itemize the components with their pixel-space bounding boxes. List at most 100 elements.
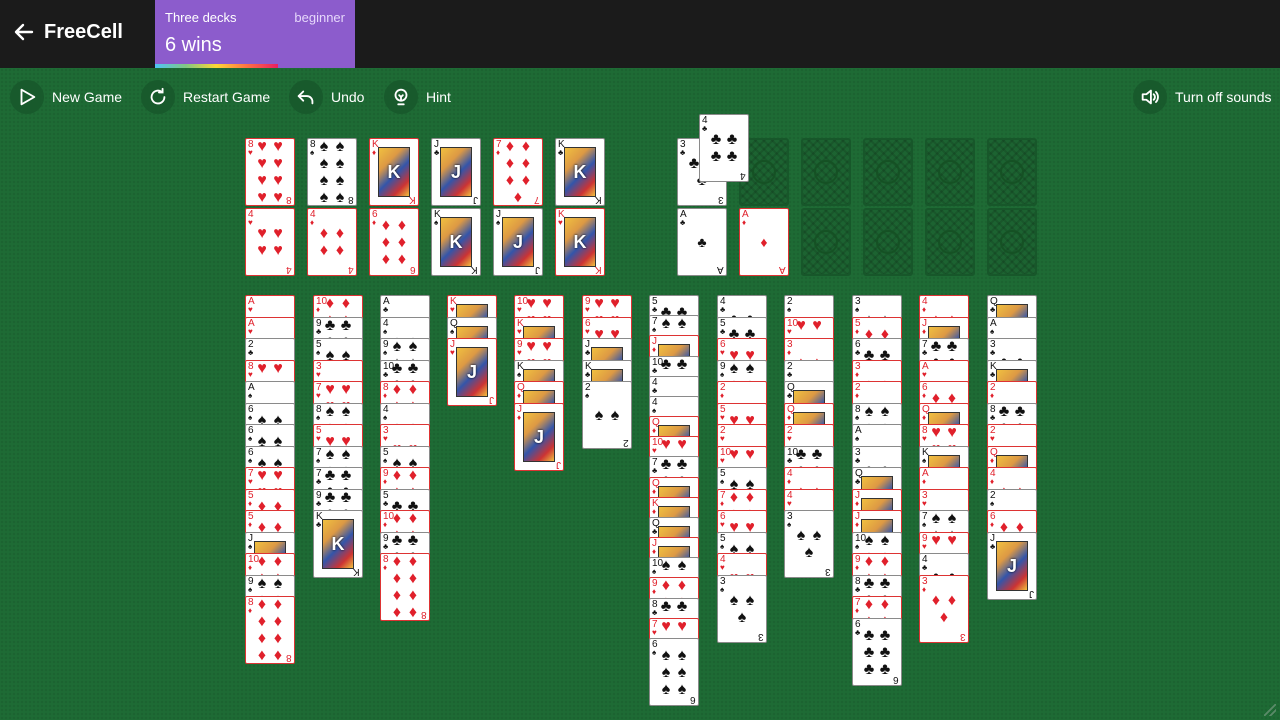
playing-card[interactable]: K♦KK xyxy=(369,138,419,206)
card-suit: ♠ xyxy=(922,520,927,529)
card-suit: ♣ xyxy=(383,542,389,551)
stats-panel: Three decks beginner 6 wins xyxy=(155,0,355,68)
playing-card[interactable]: K♥KK xyxy=(555,208,605,276)
playing-card[interactable]: 4♣♣♣♣♣4 xyxy=(699,114,749,182)
card-suit: ♥ xyxy=(922,499,927,508)
card-suit: ♠ xyxy=(855,542,860,551)
hint-button[interactable]: Hint xyxy=(384,80,451,114)
card-suit: ♣ xyxy=(990,413,996,422)
card-pips: ♦♦♦♦♦♦♦♦ xyxy=(257,596,283,664)
card-rank-bottom: 8 xyxy=(421,609,427,620)
sound-toggle-label: Turn off sounds xyxy=(1175,89,1272,105)
card-rank-bottom: 3 xyxy=(718,194,724,205)
playing-card[interactable]: A♦♦A xyxy=(739,208,789,276)
card-rank-bottom: 8 xyxy=(286,194,292,205)
playing-card[interactable]: 8♦♦♦♦♦♦♦♦♦8 xyxy=(245,596,295,664)
card-suit: ♣ xyxy=(680,148,686,157)
playing-card[interactable]: 8♦♦♦♦♦♦♦♦♦8 xyxy=(380,553,430,621)
playing-card[interactable]: J ♥ J J xyxy=(447,338,497,406)
play-icon xyxy=(10,80,44,114)
slot-ornament-icon xyxy=(814,160,838,184)
card-rank-bottom: 4 xyxy=(286,264,292,275)
card-suit: ♦ xyxy=(855,606,860,615)
card-suit: ♦ xyxy=(517,391,522,400)
playing-card[interactable]: 6♠♠♠♠♠♠♠6 xyxy=(649,638,699,706)
playing-card[interactable]: 6♦♦♦♦♦♦♦6 xyxy=(369,208,419,276)
playing-card[interactable]: 4♦♦♦♦♦4 xyxy=(307,208,357,276)
card-suit: ♠ xyxy=(450,327,455,336)
sound-toggle-button[interactable]: Turn off sounds xyxy=(1133,80,1272,114)
card-suit: ♥ xyxy=(316,434,321,443)
playing-card[interactable]: J♦JJ xyxy=(514,403,564,471)
card-suit: ♦ xyxy=(248,606,253,615)
card-suit: ♣ xyxy=(652,305,658,314)
card-suit: ♠ xyxy=(652,325,657,334)
card-pips: ♠♠♠ xyxy=(729,592,755,626)
playing-card[interactable]: A♣♣A xyxy=(677,208,727,276)
playing-card[interactable]: J♣JJ xyxy=(987,532,1037,600)
card-suit: ♥ xyxy=(316,370,321,379)
card-rank-bottom: 6 xyxy=(690,694,696,705)
playing-card[interactable]: 2♠♠♠2 xyxy=(582,381,632,449)
card-rank-bottom: J xyxy=(535,264,540,275)
empty-card-slot[interactable] xyxy=(987,208,1037,276)
new-game-button[interactable]: New Game xyxy=(10,80,122,114)
face-card-art: J xyxy=(502,217,534,267)
card-suit: ♦ xyxy=(496,148,501,157)
empty-card-slot[interactable] xyxy=(925,138,975,206)
empty-card-slot[interactable] xyxy=(801,138,851,206)
card-suit: ♣ xyxy=(855,456,861,465)
playing-card[interactable]: 8♥♥♥♥♥♥♥♥♥8 xyxy=(245,138,295,206)
card-suit: ♠ xyxy=(316,413,321,422)
playing-card[interactable]: K♣KK xyxy=(555,138,605,206)
card-suit: ♦ xyxy=(922,305,927,314)
slot-ornament-icon xyxy=(938,160,962,184)
face-card-art: J xyxy=(996,541,1028,591)
playing-card[interactable]: 7♦♦♦♦♦♦♦♦7 xyxy=(493,138,543,206)
restart-game-label: Restart Game xyxy=(183,89,271,105)
card-rank-bottom: 6 xyxy=(410,264,416,275)
playing-card[interactable]: 3♠♠♠♠3 xyxy=(717,575,767,643)
card-suit: ♥ xyxy=(990,434,995,443)
playing-card[interactable]: 6♣♣♣♣♣♣♣6 xyxy=(852,618,902,686)
empty-card-slot[interactable] xyxy=(987,138,1037,206)
card-pips: ♦♦♦♦♦♦♦ xyxy=(505,138,531,206)
playing-card[interactable]: J♣JJ xyxy=(431,138,481,206)
card-rank-bottom: 8 xyxy=(348,194,354,205)
card-rank-bottom: 2 xyxy=(623,437,629,448)
card-suit: ♦ xyxy=(787,413,792,422)
card-suit: ♥ xyxy=(720,563,725,572)
empty-card-slot[interactable] xyxy=(801,208,851,276)
card-suit: ♣ xyxy=(652,386,658,395)
card-suit: ♦ xyxy=(248,563,253,572)
card-rank-bottom: 4 xyxy=(740,170,746,181)
card-rank-bottom: 4 xyxy=(348,264,354,275)
card-suit: ♦ xyxy=(652,587,657,596)
wins-count: 6 wins xyxy=(165,34,222,56)
playing-card[interactable]: 3♠♠♠♠3 xyxy=(784,510,834,578)
playing-card[interactable]: 3♦♦♦♦3 xyxy=(919,575,969,643)
top-bar: FreeCell Three decks beginner 6 wins xyxy=(0,0,1280,68)
undo-button[interactable]: Undo xyxy=(289,80,364,114)
playing-card[interactable]: K♠KK xyxy=(431,208,481,276)
card-pips: ♥♥♥♥ xyxy=(257,225,283,259)
empty-card-slot[interactable] xyxy=(863,208,913,276)
playing-card[interactable]: 8♠♠♠♠♠♠♠♠♠8 xyxy=(307,138,357,206)
card-suit: ♦ xyxy=(310,218,315,227)
card-suit: ♣ xyxy=(787,456,793,465)
card-pips: ♦♦♦♦ xyxy=(319,225,345,259)
card-rank-bottom: J xyxy=(556,459,561,470)
back-button[interactable]: FreeCell xyxy=(12,20,123,44)
restart-game-button[interactable]: Restart Game xyxy=(141,80,270,114)
playing-card[interactable]: 4♥♥♥♥♥4 xyxy=(245,208,295,276)
empty-card-slot[interactable] xyxy=(863,138,913,206)
playing-card[interactable]: J♠JJ xyxy=(493,208,543,276)
card-suit: ♣ xyxy=(652,466,658,475)
card-suit: ♦ xyxy=(922,391,927,400)
card-suit: ♥ xyxy=(922,434,927,443)
playing-card[interactable]: K♣KK xyxy=(313,510,363,578)
card-suit: ♣ xyxy=(383,499,389,508)
card-suit: ♦ xyxy=(855,499,860,508)
card-suit: ♦ xyxy=(855,563,860,572)
empty-card-slot[interactable] xyxy=(925,208,975,276)
